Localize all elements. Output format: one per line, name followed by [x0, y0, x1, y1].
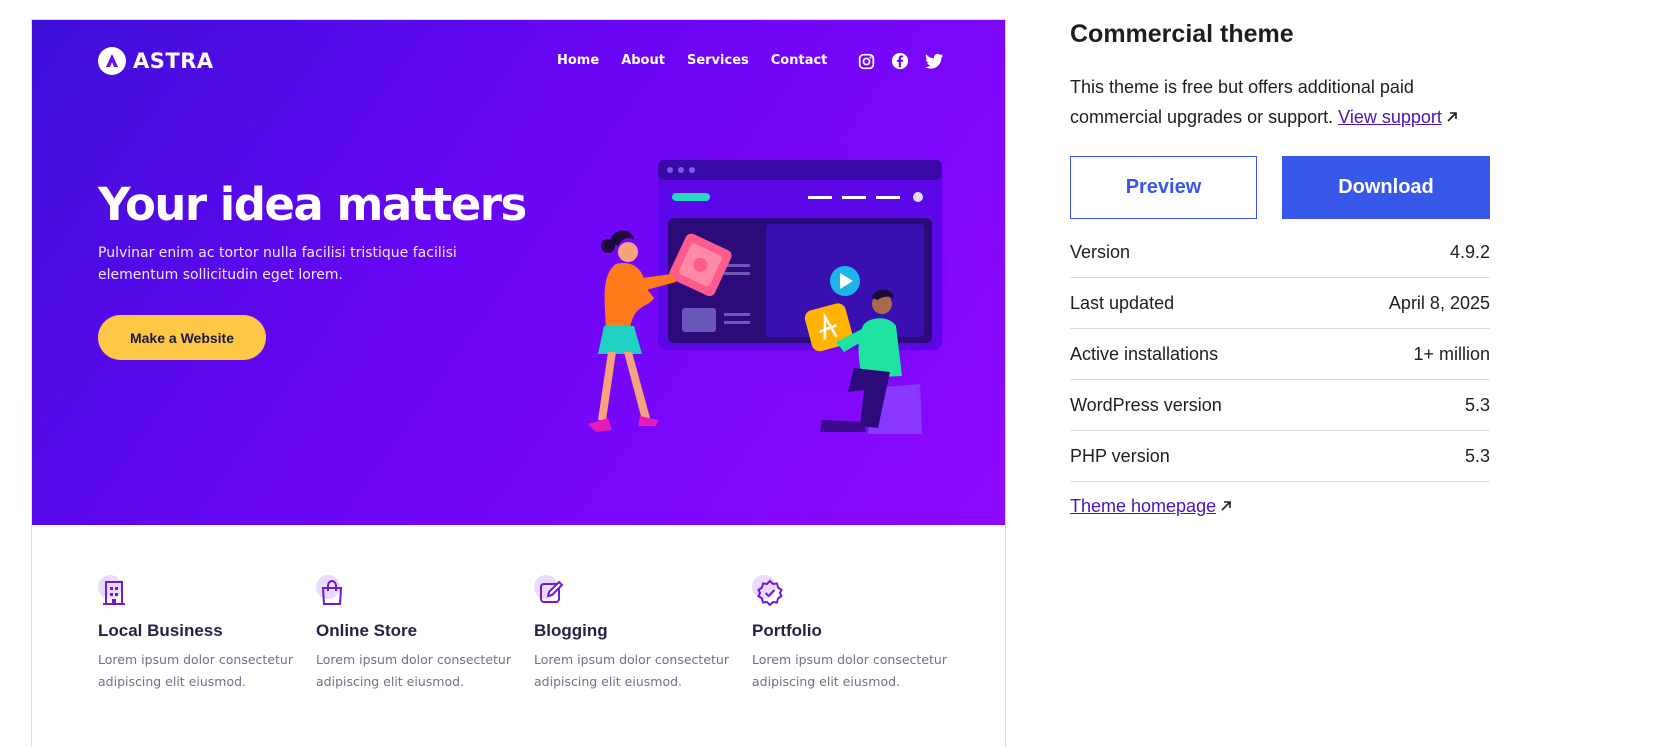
feature-portfolio: Portfolio Lorem ipsum dolor consectetur … — [752, 575, 952, 693]
feature-text: Lorem ipsum dolor consectetur adipiscing… — [752, 652, 947, 689]
feature-title: Portfolio — [752, 621, 822, 640]
theme-homepage: Theme homepage — [1070, 496, 1490, 517]
feature-title: Blogging — [534, 621, 608, 640]
meta-label: Last updated — [1070, 292, 1175, 313]
feature-blogging: Blogging Lorem ipsum dolor consectetur a… — [534, 575, 734, 693]
meta-value: April 8, 2025 — [1388, 292, 1490, 313]
feature-online-store: Online Store Lorem ipsum dolor consectet… — [316, 575, 516, 693]
theme-info-panel: Commercial theme This theme is free but … — [1070, 20, 1490, 517]
building-icon — [98, 575, 132, 609]
theme-homepage-link[interactable]: Theme homepage — [1070, 496, 1232, 516]
download-button[interactable]: Download — [1282, 156, 1490, 219]
commercial-note: This theme is free but offers additional… — [1070, 72, 1490, 132]
meta-value: 1+ million — [1413, 343, 1490, 364]
meta-label: WordPress version — [1070, 394, 1222, 415]
make-website-button: Make a Website — [98, 315, 266, 360]
badge-check-icon — [752, 575, 786, 609]
hero-section: ASTRA Home About Services Contact Your i… — [32, 20, 1005, 525]
nav-home: Home — [557, 53, 600, 68]
feature-local-business: Local Business Lorem ipsum dolor consect… — [98, 575, 298, 693]
panel-title: Commercial theme — [1070, 20, 1294, 48]
action-buttons: Preview Download — [1070, 156, 1490, 219]
preview-button[interactable]: Preview — [1070, 156, 1257, 219]
nav-contact: Contact — [770, 53, 828, 68]
theme-homepage-label: Theme homepage — [1070, 496, 1217, 516]
meta-row-last-updated: Last updated April 8, 2025 — [1070, 278, 1490, 329]
external-link-icon — [1220, 496, 1232, 517]
meta-label: Active installations — [1070, 343, 1219, 364]
shopping-bag-icon — [316, 575, 350, 609]
meta-row-version: Version 4.9.2 — [1070, 227, 1490, 278]
facebook-icon — [890, 51, 910, 71]
social-icons — [856, 51, 944, 71]
meta-label: PHP version — [1070, 445, 1170, 466]
astra-logo-icon — [98, 47, 126, 75]
feature-title: Online Store — [316, 621, 418, 640]
theme-screenshot: ASTRA Home About Services Contact Your i… — [31, 19, 1006, 747]
features-section: Local Business Lorem ipsum dolor consect… — [32, 525, 1005, 747]
hero-subtitle: Pulvinar enim ac tortor nulla facilisi t… — [98, 245, 457, 283]
nav-about: About — [621, 53, 665, 68]
theme-meta: Version 4.9.2 Last updated April 8, 2025… — [1070, 227, 1490, 482]
meta-value: 4.9.2 — [1449, 241, 1490, 262]
hero-illustration — [588, 143, 947, 434]
meta-row-active-installations: Active installations 1+ million — [1070, 329, 1490, 380]
meta-value: 5.3 — [1464, 394, 1490, 415]
hero-title: Your idea matters — [98, 178, 527, 231]
feature-title: Local Business — [98, 621, 223, 640]
feature-text: Lorem ipsum dolor consectetur adipiscing… — [534, 652, 729, 689]
feature-text: Lorem ipsum dolor consectetur adipiscing… — [316, 652, 511, 689]
meta-label: Version — [1070, 241, 1131, 262]
meta-value: 5.3 — [1464, 445, 1490, 466]
meta-row-wordpress-version: WordPress version 5.3 — [1070, 380, 1490, 431]
nav-services: Services — [686, 53, 749, 68]
view-support-link[interactable]: View support — [1338, 107, 1458, 127]
twitter-icon — [924, 51, 944, 71]
preview-nav: Home About Services Contact — [557, 53, 849, 68]
meta-row-php-version: PHP version 5.3 — [1070, 431, 1490, 482]
edit-icon — [534, 575, 568, 609]
view-support-label: View support — [1338, 107, 1442, 127]
logo: ASTRA — [98, 47, 214, 75]
feature-text: Lorem ipsum dolor consectetur adipiscing… — [98, 652, 293, 689]
logo-text: ASTRA — [133, 49, 214, 73]
external-link-icon — [1446, 102, 1458, 132]
instagram-icon — [856, 51, 876, 71]
